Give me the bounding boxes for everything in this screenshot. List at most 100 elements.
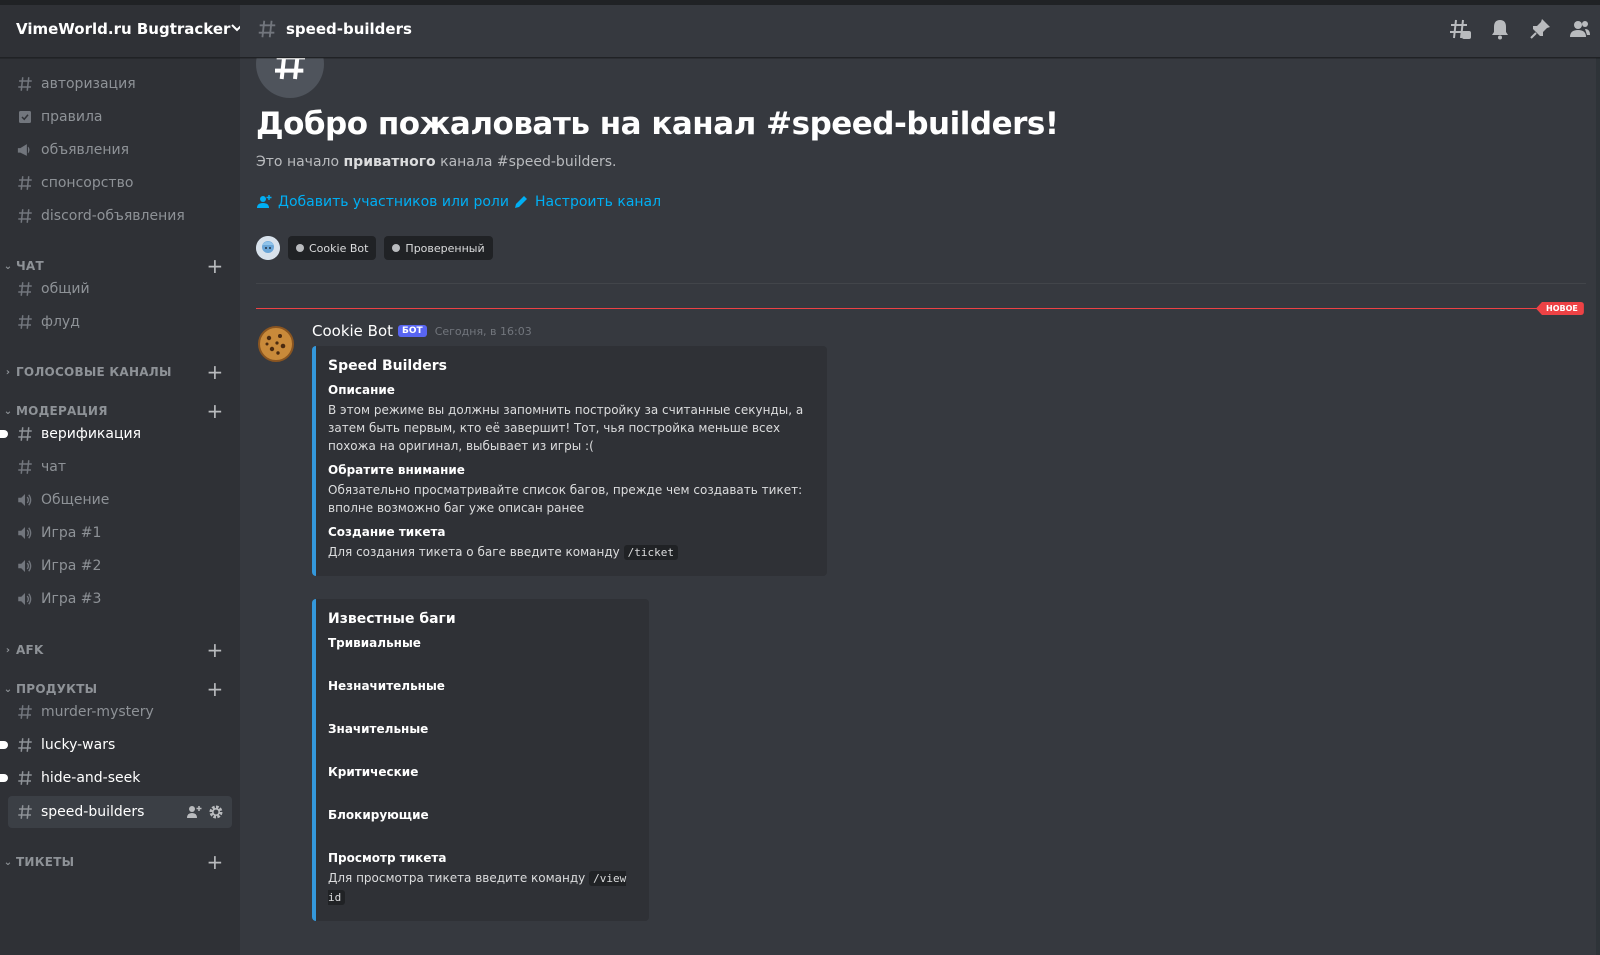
channel-label: speed-builders bbox=[41, 804, 145, 820]
chevron-down-icon: ⌄ bbox=[3, 260, 13, 272]
welcome-subtitle: Это начало приватного канала #speed-buil… bbox=[256, 154, 616, 170]
divider bbox=[256, 283, 1586, 284]
embed-speed-builders: Speed Builders Описание В этом режиме вы… bbox=[312, 346, 827, 576]
member-avatar[interactable] bbox=[256, 236, 280, 260]
channel-actions bbox=[186, 804, 224, 824]
welcome-subtitle-prefix: Это начало bbox=[256, 154, 344, 170]
invite-icon[interactable] bbox=[186, 804, 202, 824]
embed-field: Критические bbox=[328, 765, 633, 779]
field-value: Для создания тикета о баге введите коман… bbox=[328, 543, 811, 562]
voice-channel-игра-1[interactable]: Игра #1 bbox=[8, 517, 232, 549]
hash-icon bbox=[16, 174, 34, 192]
speaker-icon bbox=[16, 491, 34, 509]
channel-общий[interactable]: общий bbox=[8, 273, 232, 305]
channel-чат[interactable]: чат bbox=[8, 451, 232, 483]
channel-объявления[interactable]: объявления bbox=[8, 134, 232, 166]
unread-indicator bbox=[0, 741, 8, 749]
bot-tag: БОТ bbox=[398, 325, 427, 337]
add-members-link[interactable]: Добавить участников или роли bbox=[256, 194, 509, 210]
speaker-icon bbox=[16, 590, 34, 608]
embed-field: Создание тикета Для создания тикета о ба… bbox=[328, 525, 811, 562]
channel-верификация[interactable]: верификация bbox=[0, 418, 232, 450]
hash-icon bbox=[16, 280, 34, 298]
channel-label: верификация bbox=[41, 426, 142, 442]
message-author[interactable]: Cookie Bot bbox=[312, 322, 393, 340]
role-pill[interactable]: Cookie Bot bbox=[288, 236, 377, 260]
voice-channel-игра-2[interactable]: Игра #2 bbox=[8, 550, 232, 582]
category-afk[interactable]: › AFK + bbox=[0, 640, 240, 660]
hash-icon bbox=[16, 425, 34, 443]
field-value-text: Для просмотра тикета введите команду bbox=[328, 871, 590, 885]
configure-channel-link[interactable]: Настроить канал bbox=[513, 194, 661, 210]
welcome-title: Добро пожаловать на канал #speed-builder… bbox=[256, 106, 1059, 142]
channel-hide-and-seek[interactable]: hide-and-seek bbox=[0, 762, 232, 794]
field-name: Блокирующие bbox=[328, 808, 429, 822]
command-code: /ticket bbox=[623, 545, 678, 560]
role-label: Cookie Bot bbox=[309, 241, 369, 255]
category-tickets[interactable]: ⌄ ТИКЕТЫ + bbox=[0, 852, 240, 872]
hash-icon bbox=[16, 207, 34, 225]
avatar[interactable] bbox=[256, 324, 296, 364]
channel-label: объявления bbox=[41, 142, 129, 158]
gear-icon[interactable] bbox=[208, 804, 224, 824]
channel-правила[interactable]: правила bbox=[8, 101, 232, 133]
threads-icon[interactable] bbox=[1448, 17, 1472, 45]
configure-channel-label: Настроить канал bbox=[535, 194, 662, 210]
channel-авторизация[interactable]: авторизация bbox=[8, 68, 232, 100]
channel-label: murder-mystery bbox=[41, 704, 154, 720]
hash-icon bbox=[16, 803, 34, 821]
channel-title: speed-builders bbox=[286, 19, 412, 38]
voice-channel-общение[interactable]: Общение bbox=[8, 484, 232, 516]
chevron-down-icon: ⌄ bbox=[3, 405, 13, 417]
add-members-label: Добавить участников или роли bbox=[278, 194, 509, 210]
channel-label: Игра #3 bbox=[41, 591, 102, 607]
message-timestamp: Сегодня, в 16:03 bbox=[434, 324, 532, 338]
hash-icon bbox=[16, 736, 34, 754]
channel-спонсорство[interactable]: спонсорство bbox=[8, 167, 232, 199]
field-name: Критические bbox=[328, 765, 419, 779]
embed-field: Блокирующие bbox=[328, 808, 633, 822]
channel-флуд[interactable]: флуд bbox=[8, 306, 232, 338]
channel-label: Игра #2 bbox=[41, 558, 102, 574]
role-pill[interactable]: Проверенный bbox=[384, 236, 493, 260]
embed-field: Просмотр тикета Для просмотра тикета вве… bbox=[328, 851, 633, 907]
category-label: МОДЕРАЦИЯ bbox=[16, 404, 108, 418]
voice-channel-игра-3[interactable]: Игра #3 bbox=[8, 583, 232, 615]
channel-murder-mystery[interactable]: murder-mystery bbox=[8, 696, 232, 728]
field-name: Значительные bbox=[328, 722, 429, 736]
channel-label: lucky-wars bbox=[41, 737, 116, 753]
embed-known-bugs: Известные баги Тривиальные Незначительны… bbox=[312, 599, 649, 921]
channel-lucky-wars[interactable]: lucky-wars bbox=[0, 729, 232, 761]
channel-discord-объявления[interactable]: discord-объявления bbox=[8, 200, 232, 232]
field-name: Обратите внимание bbox=[328, 463, 465, 477]
chat-area: speed-builders Добро пожаловать на канал… bbox=[240, 0, 1600, 955]
category-voice[interactable]: › ГОЛОСОВЫЕ КАНАЛЫ + bbox=[0, 362, 240, 382]
field-name: Незначительные bbox=[328, 679, 445, 693]
add-channel-icon[interactable]: + bbox=[206, 362, 224, 382]
embed-field: Обратите внимание Обязательно просматрив… bbox=[328, 463, 811, 517]
unread-indicator bbox=[0, 774, 8, 782]
channel-roles: Cookie Bot Проверенный bbox=[256, 236, 493, 260]
channel-label: спонсорство bbox=[41, 175, 134, 191]
add-channel-icon[interactable]: + bbox=[206, 640, 224, 660]
server-header[interactable]: VimeWorld.ru Bugtracker bbox=[0, 0, 240, 58]
add-channel-icon[interactable]: + bbox=[206, 852, 224, 872]
category-label: ГОЛОСОВЫЕ КАНАЛЫ bbox=[16, 365, 172, 379]
embed-field: Значительные bbox=[328, 722, 633, 736]
scrollbar-track[interactable] bbox=[1596, 58, 1600, 955]
chevron-down-icon: ⌄ bbox=[3, 856, 13, 868]
embed-title: Известные баги bbox=[328, 611, 456, 627]
chevron-down-icon: ⌄ bbox=[3, 683, 13, 695]
bell-icon[interactable] bbox=[1488, 17, 1512, 45]
pin-icon[interactable] bbox=[1528, 17, 1552, 45]
channel-label: discord-объявления bbox=[41, 208, 185, 224]
megaphone-icon bbox=[16, 141, 34, 159]
channel-speed-builders[interactable]: speed-builders bbox=[8, 796, 232, 828]
speaker-icon bbox=[16, 524, 34, 542]
message-header: Cookie Bot БОТ Сегодня, в 16:03 bbox=[312, 322, 532, 340]
embed-field: Тривиальные bbox=[328, 636, 633, 650]
role-color-dot bbox=[296, 244, 304, 252]
member-list-icon[interactable] bbox=[1568, 17, 1592, 45]
welcome-subtitle-bold: приватного bbox=[343, 154, 436, 170]
hash-icon bbox=[16, 458, 34, 476]
